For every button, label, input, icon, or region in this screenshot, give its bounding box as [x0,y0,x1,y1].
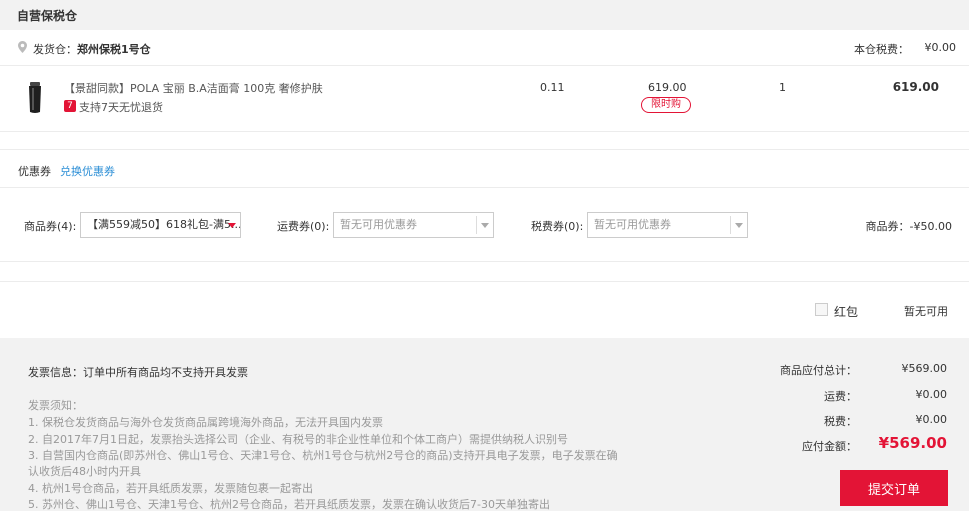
warehouse-title: 自营保税仓 [17,9,78,23]
warehouse-tax-value: ¥0.00 [924,41,957,54]
amount-due-value: ¥569.00 [878,434,947,452]
warehouse-header: 自营保税仓 [0,0,969,30]
section-divider [0,262,969,282]
product-thumbnail[interactable] [20,80,50,114]
shipping-coupon-placeholder: 暂无可用优惠券 [340,218,417,231]
invoice-notice-line: 5. 苏州仓、佛山1号仓、天津1号仓、杭州2号仓商品，若开具纸质发票，发票在确认… [28,498,550,511]
location-pin-icon [18,41,27,53]
section-divider [0,132,969,150]
goods-coupon-discount: 商品券：-¥50.00 [865,220,952,233]
chevron-down-icon [735,223,743,228]
tax-coupon-placeholder: 暂无可用优惠券 [594,218,671,231]
order-footer: 发票信息：订单中所有商品均不支持开具发票 发票须知： 1. 保税仓发货商品与海外… [0,338,969,511]
tax-fee-value: ¥0.00 [915,413,948,426]
warehouse-from-label: 发货仓： [33,43,77,56]
shipping-fee-value: ¥0.00 [915,388,948,401]
limited-time-badge: 限时购 [641,97,691,113]
invoice-notice-line: 1. 保税仓发货商品与海外仓发货商品属跨境海外商品，无法开具国内发票 [28,416,383,429]
shipping-fee-label: 运费： [824,390,857,403]
red-packet-status: 暂无可用 [904,305,948,318]
refund-badge-icon: 7 [64,100,76,112]
product-subtotal: 619.00 [892,80,939,94]
coupon-selectors-row: 商品券(4): 【满559减50】618礼包-满5... 运费券(0): 暂无可… [0,188,969,262]
coupon-header: 优惠券 兑换优惠券 [0,150,969,188]
tax-coupon-label: 税费券(0): [531,220,584,233]
select-divider [730,216,731,234]
goods-coupon-select[interactable]: 【满559减50】618礼包-满5... [80,212,241,238]
refund-policy-text: 支持7天无忧退货 [79,101,163,114]
warehouse-tax-label: 本仓税费： [854,43,909,56]
red-packet-checkbox[interactable] [815,303,828,316]
shipping-coupon-select[interactable]: 暂无可用优惠券 [333,212,494,238]
red-packet-label: 红包 [834,305,859,319]
warehouse-from-value: 郑州保税1号仓 [77,43,151,56]
select-divider [476,216,477,234]
product-row: 【景甜同款】POLA 宝丽 B.A洁面膏 100克 奢修护肤 7 支持7天无忧退… [0,66,969,132]
invoice-notice-line: 认收货后48小时内开具 [28,465,141,478]
tax-fee-label: 税费： [824,415,857,428]
invoice-notice-title: 发票须知： [28,399,83,412]
invoice-info: 发票信息：订单中所有商品均不支持开具发票 [28,366,248,379]
red-packet-row: 红包 暂无可用 [0,282,969,338]
goods-total-label: 商品应付总计： [780,364,857,377]
product-price: 619.00 [648,81,687,94]
invoice-notice-line: 2. 自2017年7月1日起，发票抬头选择公司（企业、有税号的非企业性单位和个体… [28,433,568,446]
coupon-title: 优惠券 [18,165,51,178]
shipping-coupon-label: 运费券(0): [277,220,330,233]
product-quantity: 1 [779,81,786,94]
exchange-coupon-link[interactable]: 兑换优惠券 [60,163,115,179]
goods-total-value: ¥569.00 [901,362,948,375]
amount-due-label: 应付金额： [802,440,857,453]
submit-order-button[interactable]: 提交订单 [840,470,948,506]
goods-coupon-selected-value: 【满559减50】618礼包-满5... [87,218,241,231]
product-name-link[interactable]: 【景甜同款】POLA 宝丽 B.A洁面膏 100克 奢修护肤 [64,80,323,96]
shipping-info-row: 发货仓： 郑州保税1号仓 本仓税费： ¥0.00 [0,30,969,66]
chevron-down-icon [228,223,236,228]
invoice-notice-line: 3. 自营国内仓商品(即苏州仓、佛山1号仓、天津1号仓、杭州1号仓与杭州2号仓的… [28,449,618,462]
goods-coupon-label: 商品券(4): [24,220,77,233]
chevron-down-icon [481,223,489,228]
product-tax: 0.11 [540,81,565,94]
tax-coupon-select[interactable]: 暂无可用优惠券 [587,212,748,238]
invoice-notice-line: 4. 杭州1号仓商品，若开具纸质发票，发票随包裹一起寄出 [28,482,313,495]
